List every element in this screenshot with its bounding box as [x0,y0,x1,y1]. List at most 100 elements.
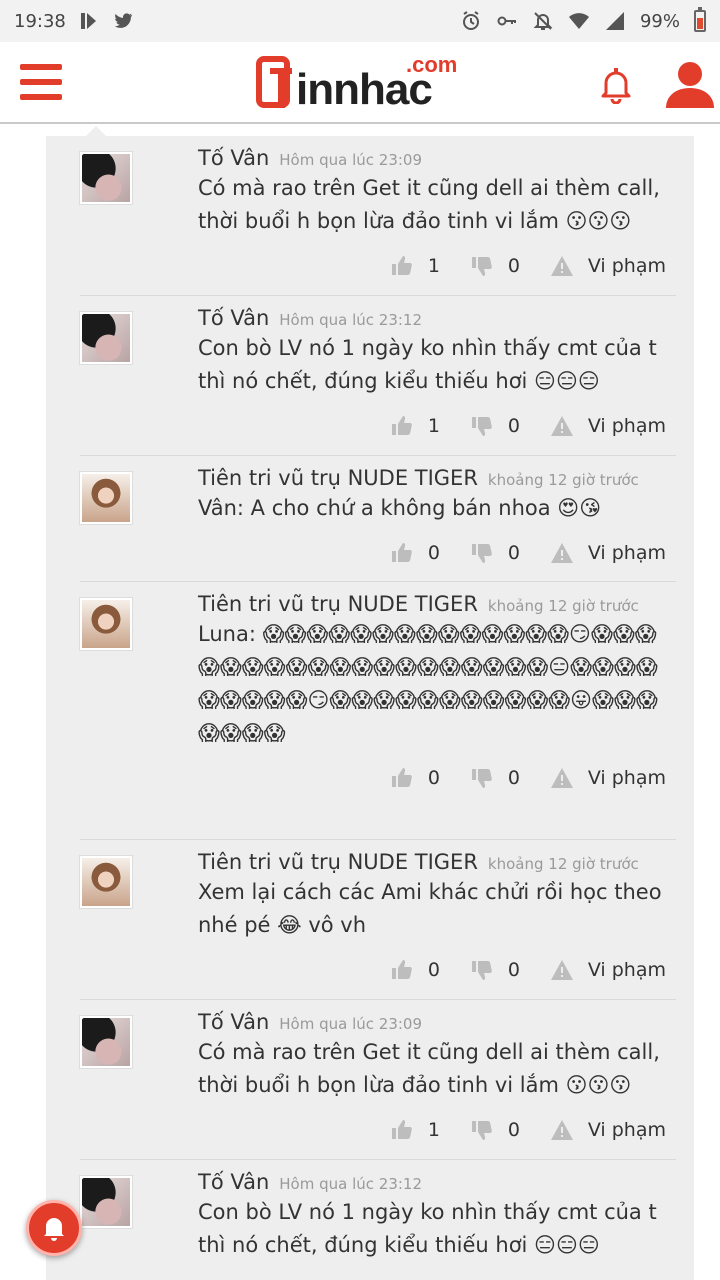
user-account-icon[interactable] [664,58,716,110]
logo-t-stem [278,68,285,108]
comment-actions: 0 0 Vi phạm [80,750,676,806]
avatar[interactable] [80,856,132,908]
thumbs-down-icon [471,257,492,276]
dislike-button[interactable]: 0 [470,541,522,565]
app-header: innhac .com [0,42,720,124]
thumbs-down-icon [471,1121,492,1140]
like-count: 1 [427,255,440,277]
report-label: Vi phạm [587,542,666,564]
comment-body: Tiên tri vũ trụ NUDE TIGER khoảng 12 giờ… [198,582,676,750]
comment-actions: 1 0 Vi phạm [80,1102,676,1158]
battery-percent: 99% [639,10,680,32]
dislike-count: 0 [507,959,520,981]
comment-author[interactable]: Tố Vân [198,306,269,330]
report-label: Vi phạm [587,767,666,789]
report-label: Vi phạm [587,415,666,437]
mute-bell-icon [532,10,554,32]
report-label: Vi phạm [587,255,666,277]
comment-item: Tiên tri vũ trụ NUDE TIGER khoảng 12 giờ… [80,582,676,840]
media-icon [78,10,100,32]
like-button[interactable]: 1 [390,1118,442,1142]
comments-panel: Tố Vân Hôm qua lúc 23:09 Có mà rao trên … [46,136,694,1280]
avatar[interactable] [80,472,132,524]
dislike-button[interactable]: 0 [470,1118,522,1142]
avatar[interactable] [80,1176,132,1228]
comment-text: Có mà rao trên Get it cũng dell ai thèm … [198,1040,660,1097]
thumbs-down-icon [471,544,492,563]
comment-author[interactable]: Tiên tri vũ trụ NUDE TIGER [198,592,478,616]
logo-suffix: .com [406,52,458,77]
comment-header: Tiên tri vũ trụ NUDE TIGER khoảng 12 giờ… [198,850,676,874]
comment-item: Tiên tri vũ trụ NUDE TIGER khoảng 12 giờ… [80,840,676,1000]
avatar[interactable] [80,1016,132,1068]
comment-text: Xem lại cách các Ami khác chửi rồi học t… [198,880,662,937]
comment-author[interactable]: Tố Vân [198,146,269,170]
wifi-icon [568,10,590,32]
comment-actions: 1 0 Vi phạm [80,398,676,454]
comment-text: Con bò LV nó 1 ngày ko nhìn thấy cmt của… [198,336,657,393]
thumbs-up-icon [391,768,412,787]
comment-actions: 0 0 Vi phạm [80,942,676,998]
report-button[interactable]: Vi phạm [550,254,666,278]
menu-bar-3 [20,94,62,100]
comment-item: Tố Vân Hôm qua lúc 23:09 Có mà rao trên … [80,1000,676,1160]
comment-author[interactable]: Tiên tri vũ trụ NUDE TIGER [198,850,478,874]
comment-body: Tố Vân Hôm qua lúc 23:12 Con bò LV nó 1 … [198,1160,676,1262]
like-count: 0 [427,767,440,789]
report-button[interactable]: Vi phạm [550,766,666,790]
comment-text: Con bò LV nó 1 ngày ko nhìn thấy cmt của… [198,1200,657,1257]
like-button[interactable]: 1 [390,254,442,278]
comment-item: Tiên tri vũ trụ NUDE TIGER khoảng 12 giờ… [80,456,676,582]
menu-bar-1 [20,64,62,70]
menu-button[interactable] [20,64,62,100]
avatar[interactable] [80,312,132,364]
comment-author[interactable]: Tố Vân [198,1010,269,1034]
dislike-count: 0 [507,542,520,564]
comment-header: Tố Vân Hôm qua lúc 23:09 [198,146,676,170]
like-button[interactable]: 1 [390,414,442,438]
like-button[interactable]: 0 [390,766,442,790]
thumbs-up-icon [391,543,412,562]
dislike-button[interactable]: 0 [470,958,522,982]
comment-time: Hôm qua lúc 23:12 [279,1175,423,1193]
like-button[interactable]: 0 [390,958,442,982]
like-count: 0 [427,959,440,981]
comment-text: Có mà rao trên Get it cũng dell ai thèm … [198,176,660,233]
comment-header: Tố Vân Hôm qua lúc 23:12 [198,1170,676,1194]
comment-text: Vân: A cho chứ a không bán nhoa 😍😘 [198,496,602,520]
comment-time: Hôm qua lúc 23:09 [279,151,423,169]
comment-time: khoảng 12 giờ trước [487,597,639,615]
avatar[interactable] [80,152,132,204]
push-notification-button[interactable] [26,1200,82,1256]
report-button[interactable]: Vi phạm [550,1118,666,1142]
like-count: 1 [427,415,440,437]
like-count: 0 [427,542,440,564]
comment-author[interactable]: Tiên tri vũ trụ NUDE TIGER [198,466,478,490]
site-logo[interactable]: innhac .com [256,52,466,114]
comment-header: Tố Vân Hôm qua lúc 23:12 [198,306,676,330]
thumbs-down-icon [471,769,492,788]
comment-time: Hôm qua lúc 23:12 [279,311,423,329]
notification-bell-icon[interactable] [598,66,634,105]
dislike-button[interactable]: 0 [470,254,522,278]
comment-body: Tố Vân Hôm qua lúc 23:09 Có mà rao trên … [198,136,676,238]
thumbs-down-icon [471,417,492,436]
avatar[interactable] [80,598,132,650]
like-button[interactable]: 0 [390,541,442,565]
report-label: Vi phạm [587,1119,666,1141]
thumbs-up-icon [391,1120,412,1139]
comment-author[interactable]: Tố Vân [198,1170,269,1194]
report-button[interactable]: Vi phạm [550,958,666,982]
like-count: 1 [427,1119,440,1141]
report-button[interactable]: Vi phạm [550,414,666,438]
warning-icon [550,1120,573,1140]
dislike-button[interactable]: 0 [470,414,522,438]
dislike-button[interactable]: 0 [470,766,522,790]
warning-icon [550,543,573,563]
comment-item: Tố Vân Hôm qua lúc 23:09 Có mà rao trên … [80,136,676,296]
key-icon [496,10,518,32]
comment-time: khoảng 12 giờ trước [487,471,639,489]
clock: 19:38 [14,10,66,32]
report-button[interactable]: Vi phạm [550,541,666,565]
warning-icon [550,256,573,276]
